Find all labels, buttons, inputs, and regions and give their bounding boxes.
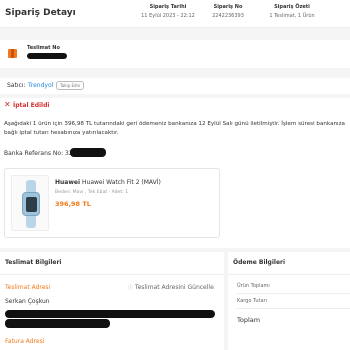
cancel-status-label: İptal Edildi xyxy=(13,102,50,109)
order-date: Sipariş Tarihi 11 Eylül 2023 - 22:12 xyxy=(140,4,196,19)
cancelled-shipment-card: ✕ İptal Edildi Aşağıdaki 1 ürün için 396… xyxy=(0,98,350,248)
bank-reference: Banka Referans No: 325 xyxy=(4,150,77,157)
refund-notice: Aşağıdaki 1 ürün için 396,98 TL tutarınd… xyxy=(4,121,345,136)
update-address-link[interactable]: ⓘ Teslimat Adresini Güncelle xyxy=(128,284,214,291)
order-header: Sipariş Detayı Sipariş Tarihi 11 Eylül 2… xyxy=(0,0,350,28)
delivery-info-title: Teslimat Bilgileri xyxy=(5,259,62,266)
divider xyxy=(237,293,350,294)
order-summary: Sipariş Özeti 1 Teslimat, 1 Ürün xyxy=(262,4,322,19)
seller-link[interactable]: Trendyol xyxy=(28,82,53,89)
bank-reference-redacted xyxy=(70,148,106,157)
divider xyxy=(237,308,350,309)
delivery-address-label: Teslimat Adresi xyxy=(5,284,51,291)
divider xyxy=(0,274,224,275)
page-title: Sipariş Detayı xyxy=(5,8,76,18)
update-address-label: Teslimat Adresini Güncelle xyxy=(134,284,214,291)
seller-label: Satıcı: xyxy=(7,82,26,89)
total-label: Toplam xyxy=(237,316,261,324)
billing-address-label: Fatura Adresi xyxy=(5,338,45,345)
payment-info-panel: Ödeme Bilgileri Ürün Toplamı Kargo Tutar… xyxy=(228,252,350,350)
follow-seller-button[interactable]: Takip Edin xyxy=(56,81,85,90)
x-icon: ✕ xyxy=(4,100,11,109)
info-icon: ⓘ xyxy=(128,285,134,291)
delivery-info-panel: Teslimat Bilgileri Teslimat Adresi ⓘ Tes… xyxy=(0,252,224,350)
address-redacted xyxy=(5,319,110,328)
divider xyxy=(228,274,350,275)
order-number: Sipariş No 2242236393 xyxy=(200,4,256,19)
recipient-name: Serkan Çoşkun xyxy=(5,298,50,305)
product-item[interactable]: Huawei Huawei Watch Fit 2 (MAVİ) Beden: … xyxy=(4,168,220,238)
product-name[interactable]: Huawei Watch Fit 2 (MAVİ) xyxy=(82,179,161,186)
delivery-number-row: Teslimat No xyxy=(0,40,350,68)
order-date-label: Sipariş Tarihi xyxy=(149,4,187,10)
watch-screen-shape xyxy=(26,197,37,212)
delivery-number-label: Teslimat No xyxy=(27,45,60,51)
watch-face-shape xyxy=(22,192,40,216)
order-summary-value: 1 Teslimat, 1 Ürün xyxy=(269,13,315,19)
order-number-label: Sipariş No xyxy=(213,4,243,10)
order-date-value: 11 Eylül 2023 - 22:12 xyxy=(141,13,195,19)
product-price: 396,98 TL xyxy=(55,200,91,208)
product-attributes: Beden: Mavi , Tek Ebat · Adet: 1 xyxy=(55,190,129,195)
order-number-value: 2242236393 xyxy=(212,13,244,19)
payment-info-title: Ödeme Bilgileri xyxy=(233,259,286,266)
address-redacted xyxy=(5,310,215,318)
smartwatch-image[interactable] xyxy=(11,175,49,231)
order-summary-label: Sipariş Özeti xyxy=(274,4,310,10)
seller-row: Satıcı: Trendyol Takip Edin xyxy=(0,78,350,94)
package-icon xyxy=(8,49,17,58)
delivery-number-redacted xyxy=(27,53,67,59)
shipping-cost-label: Kargo Tutarı xyxy=(237,298,267,304)
product-brand: Huawei xyxy=(55,179,81,186)
product-total-label: Ürün Toplamı xyxy=(237,283,270,289)
